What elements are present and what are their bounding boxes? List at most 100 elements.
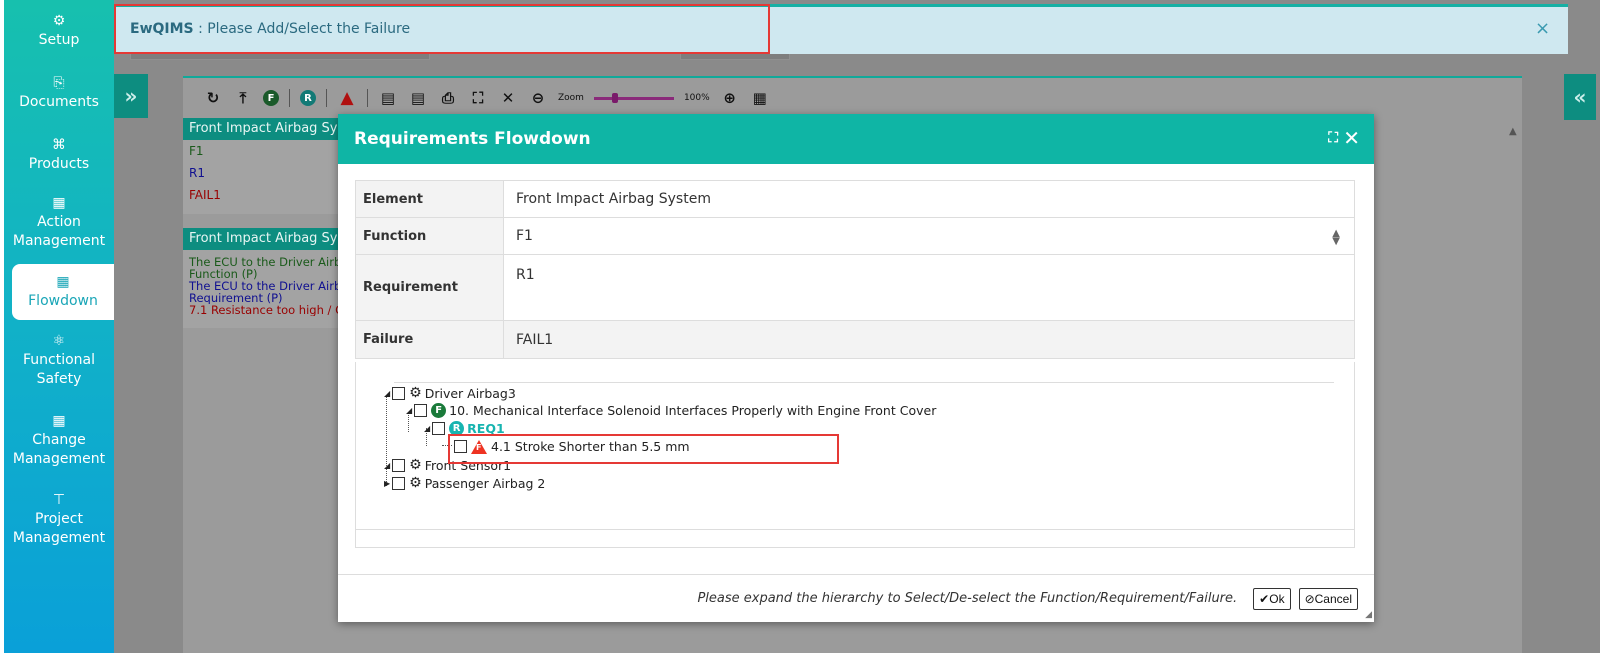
card-failure: FAIL1 xyxy=(189,188,221,202)
expand-left-button[interactable]: » xyxy=(114,74,148,118)
nav-label: Management xyxy=(12,233,106,249)
nav-documents[interactable]: ⎘ Documents xyxy=(4,68,114,118)
failure-row: Failure FAIL1 xyxy=(356,321,1354,358)
nav-functional-safety[interactable]: ⚛ Functional Safety xyxy=(4,328,114,394)
requirement-label: Requirement xyxy=(356,255,504,320)
function-select[interactable]: F1 xyxy=(504,218,1354,254)
requirement-row: Requirement R1 xyxy=(356,255,1354,321)
nav-label: Safety xyxy=(36,371,82,387)
failure-add-icon[interactable]: ▲ xyxy=(337,88,357,108)
nav-label: Functional xyxy=(22,352,96,368)
nav-label: Project xyxy=(35,511,83,527)
tree-node-function[interactable]: ◢ F 10. Mechanical Interface Solenoid In… xyxy=(406,403,936,418)
export-png-icon[interactable]: ▤ xyxy=(408,88,428,108)
element-field[interactable]: Front Impact Airbag System xyxy=(504,181,1354,217)
separator xyxy=(326,89,327,107)
collapse-right-button[interactable]: « xyxy=(1564,74,1596,120)
products-icon: ⌘ xyxy=(52,136,66,153)
zoom-out-icon[interactable]: ⊖ xyxy=(528,88,548,108)
fullscreen-icon[interactable]: ⛶ xyxy=(468,88,488,108)
upload-icon[interactable]: ⤒ xyxy=(233,88,253,108)
close-icon[interactable]: ✕ xyxy=(1343,126,1360,150)
nav-change-management[interactable]: ▦ Change Management xyxy=(4,408,114,474)
nav-label: Flowdown xyxy=(28,292,98,309)
function-badge-icon: F xyxy=(431,403,447,418)
expanded-icon[interactable]: ◢ xyxy=(424,424,430,433)
tree-node-element[interactable]: ▶ ⚙ Passenger Airbag 2 xyxy=(384,475,545,491)
failure-field[interactable]: FAIL1 xyxy=(504,321,1354,358)
tree-node-element[interactable]: ◢ ⚙ Driver Airbag3 xyxy=(384,385,516,401)
card-requirement-type: Requirement (P) xyxy=(189,292,283,304)
building-icon: ▦ xyxy=(52,195,66,211)
gears-icon: ⚙ xyxy=(409,457,422,473)
dialog-header: Requirements Flowdown ⛶ ✕ xyxy=(338,114,1374,164)
tree-checkbox[interactable] xyxy=(392,458,406,472)
fit-icon[interactable]: ✕ xyxy=(498,88,518,108)
safety-icon: ⚛ xyxy=(52,333,66,349)
nav-project-management[interactable]: ⊤ Project Management xyxy=(4,487,114,553)
function-row: Function F1 ▲ ▼ xyxy=(356,218,1354,255)
refresh-icon[interactable]: ↻ xyxy=(203,88,223,108)
building-icon: ▦ xyxy=(52,413,66,429)
flowdown-toolbar: ↻ ⤒ F R ▲ ▤ ▤ ⎙ ⛶ ✕ ⊖ Zoom 100% ⊕ ▦ xyxy=(183,80,803,116)
nav-label: Change xyxy=(32,432,86,448)
print-icon[interactable]: ⎙ xyxy=(438,88,458,108)
expanded-icon[interactable]: ◢ xyxy=(384,389,390,398)
requirements-flowdown-dialog: Requirements Flowdown ⛶ ✕ Element Front … xyxy=(338,114,1374,622)
gears-icon: ⚙ xyxy=(52,12,66,29)
ban-icon: ⊘ xyxy=(1304,591,1315,606)
nav-setup[interactable]: ⚙ Setup xyxy=(4,6,114,56)
alert-app-name: EwQIMS xyxy=(130,21,194,37)
sidebar: ⚙ Setup ⎘ Documents ⌘ Products ▦ Action … xyxy=(4,0,114,653)
tree-node-label: 10. Mechanical Interface Solenoid Interf… xyxy=(449,403,937,418)
function-add-icon[interactable]: F xyxy=(263,90,279,106)
tree-checkbox[interactable] xyxy=(414,404,428,417)
element-card[interactable]: Front Impact Airbag System The ECU to th… xyxy=(183,228,343,328)
alert-close-button[interactable]: × xyxy=(1535,18,1550,39)
ok-label: Ok xyxy=(1269,591,1285,606)
tree-checkbox[interactable] xyxy=(392,386,406,400)
separator xyxy=(289,89,290,107)
tree-checkbox[interactable] xyxy=(432,422,446,435)
double-chevron-left-icon: « xyxy=(1573,85,1587,109)
zoom-label: Zoom xyxy=(558,93,584,103)
zoom-value: 100% xyxy=(683,93,710,103)
maximize-icon[interactable]: ⛶ xyxy=(1328,130,1338,146)
scroll-up-arrow[interactable]: ▲ xyxy=(1509,126,1517,137)
select-arrows-icon: ▲ ▼ xyxy=(1332,228,1340,247)
expanded-icon[interactable]: ◢ xyxy=(384,461,390,470)
card-title: Front Impact Airbag System xyxy=(183,118,343,140)
element-card[interactable]: Front Impact Airbag System F1 R1 FAIL1 xyxy=(183,118,343,214)
dialog-title: Requirements Flowdown xyxy=(354,129,591,149)
nav-flowdown[interactable]: ▦ Flowdown xyxy=(12,264,114,320)
card-requirement: R1 xyxy=(189,166,205,180)
tree-checkbox[interactable] xyxy=(392,476,406,490)
card-function-type: Function (P) xyxy=(189,268,258,280)
gears-icon: ⚙ xyxy=(409,475,422,491)
requirement-add-icon[interactable]: R xyxy=(300,90,316,106)
nav-products[interactable]: ⌘ Products xyxy=(4,130,114,180)
collapsed-icon[interactable]: ▶ xyxy=(384,479,390,488)
ok-button[interactable]: ✔Ok xyxy=(1253,587,1291,610)
nav-label: Action xyxy=(37,214,81,230)
sitemap-icon: ⊤ xyxy=(52,492,66,508)
export-svg-icon[interactable]: ▤ xyxy=(378,88,398,108)
divider xyxy=(394,382,1334,383)
hierarchy-tree: ◢ ⚙ Driver Airbag3 ◢ F 10. Mechanical In… xyxy=(355,362,1355,530)
requirement-field[interactable]: R1 xyxy=(504,255,1354,320)
alert-message: EwQIMS : Please Add/Select the Failure xyxy=(114,4,770,54)
tree-node-label: Driver Airbag3 xyxy=(424,385,516,401)
documents-icon: ⎘ xyxy=(53,74,65,91)
card-function: F1 xyxy=(189,144,204,158)
card-failure: 7.1 Resistance too high / O xyxy=(189,304,343,316)
grid-icon[interactable]: ▦ xyxy=(750,88,770,108)
resize-handle-icon[interactable]: ◢ xyxy=(1365,610,1372,620)
card-requirement: The ECU to the Driver Airbag xyxy=(189,280,343,292)
zoom-slider[interactable] xyxy=(593,92,674,103)
tree-footer xyxy=(355,530,1355,548)
zoom-in-icon[interactable]: ⊕ xyxy=(720,88,740,108)
cancel-button[interactable]: ⊘Cancel xyxy=(1298,587,1358,610)
nav-action-management[interactable]: ▦ Action Management xyxy=(4,190,114,256)
expanded-icon[interactable]: ◢ xyxy=(406,406,412,415)
dialog-footer: Please expand the hierarchy to Select/De… xyxy=(338,574,1374,622)
